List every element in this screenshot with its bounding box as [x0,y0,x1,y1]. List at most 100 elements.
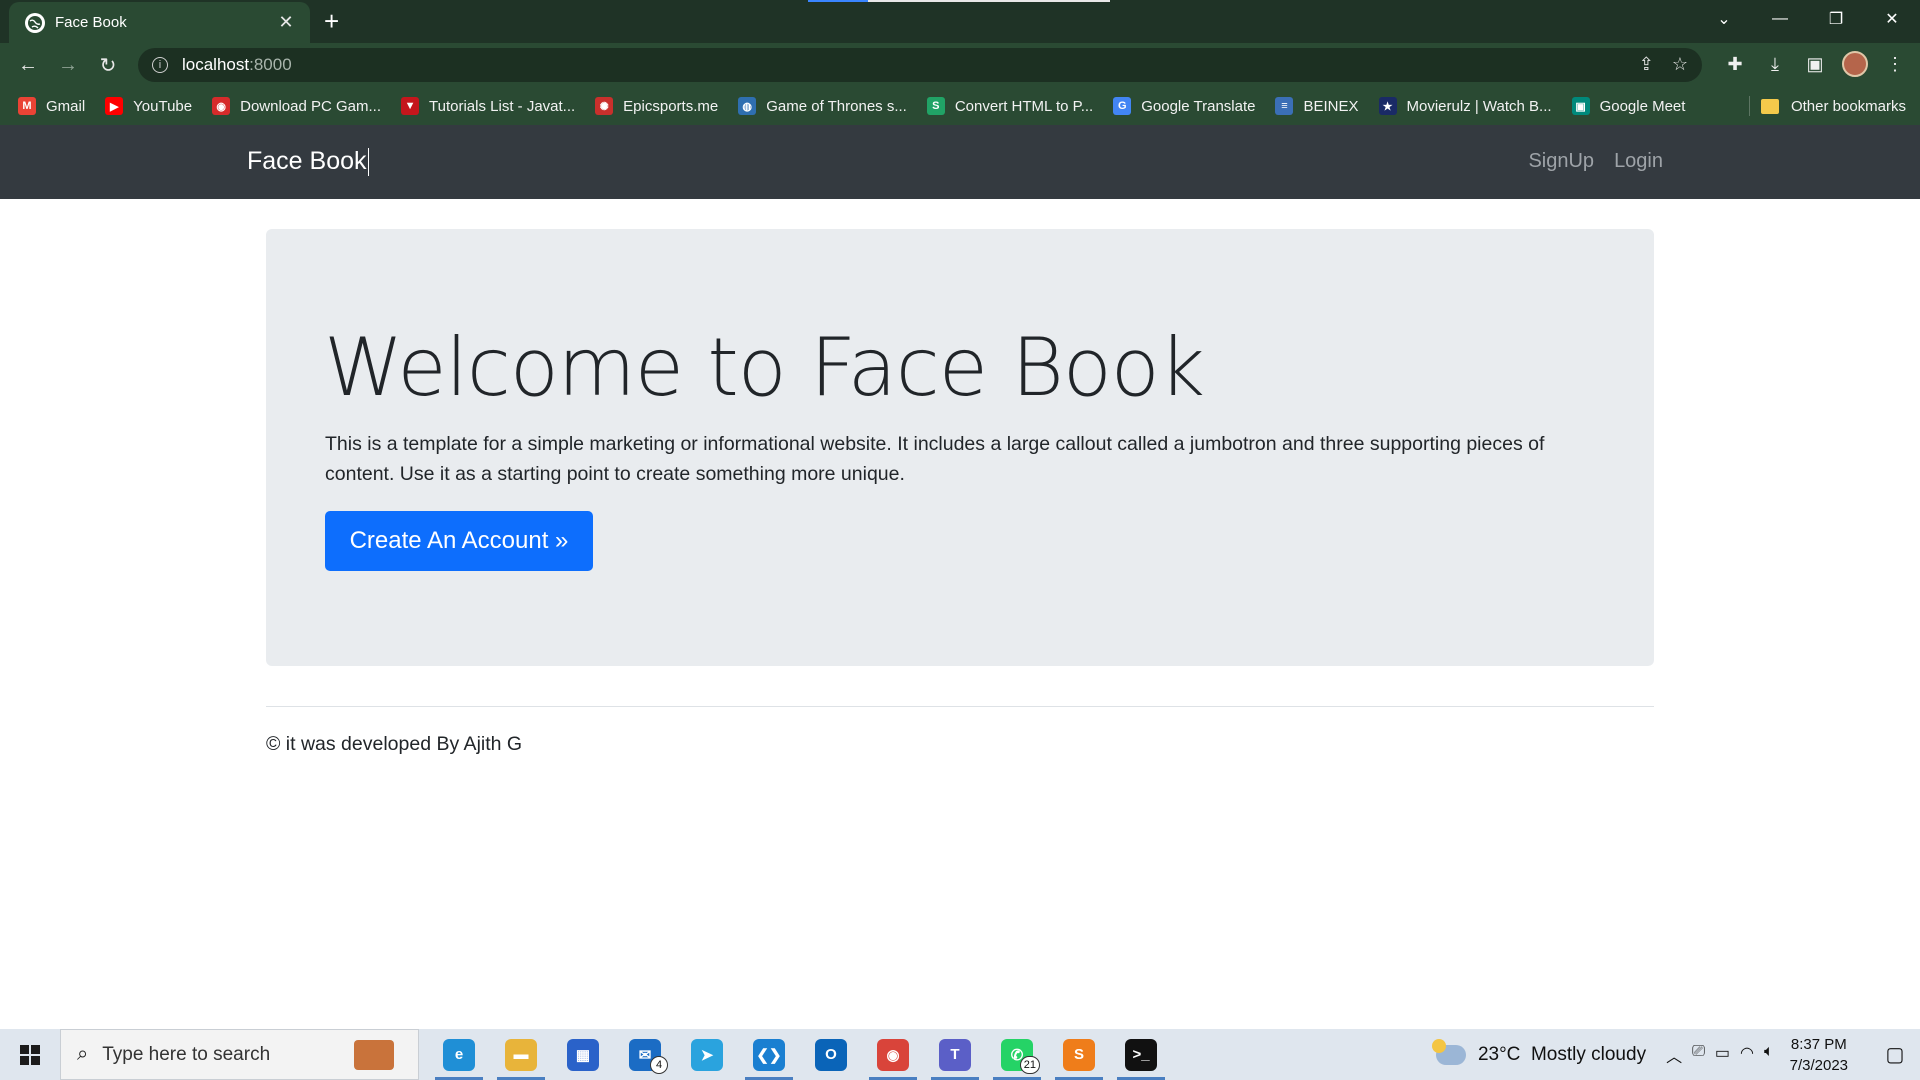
browser-tab-strip: Face Book ✕ + ⌄ — ❐ ✕ [0,0,1920,43]
taskbar-app-teams[interactable]: T [924,1029,986,1080]
file-explorer-icon: ▬ [505,1038,537,1071]
bookmark-label: Movierulz | Watch B... [1406,97,1552,115]
login-link[interactable]: Login [1614,150,1663,173]
web-page: Face Book SignUp Login Welcome to Face B… [0,125,1920,1029]
close-window-icon[interactable]: ✕ [1864,0,1920,38]
signup-link[interactable]: SignUp [1528,150,1594,173]
jumbotron-lead: This is a template for a simple marketin… [325,433,1545,485]
taskbar-clock[interactable]: 8:37 PM 7/3/2023 [1790,1034,1848,1076]
restore-icon[interactable]: ❐ [1808,0,1864,38]
notification-center-icon[interactable]: ▢ [1870,1029,1920,1080]
other-bookmarks-folder[interactable]: Other bookmarks [1760,87,1906,125]
url-port: :8000 [249,55,292,74]
taskbar-app-mail[interactable]: ✉ 4 [614,1029,676,1080]
bookmark-item[interactable]: G Google Translate [1113,97,1255,115]
bookmark-item[interactable]: ◍ Game of Thrones s... [738,97,907,115]
weather-widget[interactable]: 23°C Mostly cloudy [1431,1038,1647,1066]
bookmark-item[interactable]: ◉ Download PC Gam... [212,97,381,115]
epicsports-icon: ✺ [595,97,614,115]
taskbar-app-telegram[interactable]: ➤ [676,1029,738,1080]
navbar-links: SignUp Login [1528,150,1663,173]
taskbar-app-microsoft-store[interactable]: ▦ [552,1029,614,1080]
beinex-icon: ≡ [1275,97,1294,115]
bookmark-label: Tutorials List - Javat... [429,97,576,115]
clock-date: 7/3/2023 [1789,1056,1848,1074]
bookmark-item[interactable]: ▼ Tutorials List - Javat... [401,97,575,115]
taskbar-app-outlook[interactable]: O [800,1029,862,1080]
taskbar-app-vscode[interactable]: ❮❯ [738,1029,800,1080]
windows-start-icon[interactable] [0,1029,60,1080]
bookmark-item[interactable]: ≡ BEINEX [1275,97,1359,115]
footer-divider [266,706,1654,707]
bookmarks-bar: Other bookmarks M Gmail ▶ YouTube ◉ Download … [0,87,1920,125]
bookmark-item[interactable]: ★ Movierulz | Watch B... [1378,97,1552,115]
meet-icon: ▣ [1571,97,1590,115]
address-bar[interactable]: i localhost:8000 ⇪ ☆ [138,48,1702,82]
clock-time: 8:37 PM [1790,1035,1847,1053]
game-icon: ◉ [212,97,231,115]
site-info-icon[interactable]: i [152,57,168,73]
system-tray: 23°C Mostly cloudy ︿ ⎚ ▭ ◠ 🔈︎ 8:37 PM 7/… [1431,1029,1920,1080]
meet-now-icon[interactable]: ⎚ [1692,1043,1705,1067]
extensions-puzzle-icon[interactable]: ✚ [1722,51,1748,77]
bookmark-item[interactable]: M Gmail [18,97,85,115]
windows-taskbar: ⌕ e ▬ ▦ ✉4 ➤ ❮❯ O ◉ T ✆21 S >_ 23°C Mostly cloudy ︿… [0,1029,1920,1080]
tab-search-chevron-icon[interactable]: ⌄ [1696,0,1752,38]
bookmark-label: YouTube [133,97,193,115]
text-cursor [367,148,369,177]
battery-icon[interactable]: ▭ [1715,1043,1730,1067]
wifi-icon[interactable]: ◠ [1740,1043,1754,1067]
notification-badge: 4 [650,1056,668,1074]
folder-icon [1760,98,1779,114]
taskbar-search-input[interactable] [102,1043,323,1066]
bookmark-star-icon[interactable]: ☆ [1672,54,1688,75]
taskbar-app-edge[interactable]: e [428,1029,490,1080]
bookmark-item[interactable]: S Convert HTML to P... [926,97,1093,115]
taskbar-apps: e ▬ ▦ ✉ 4 ➤ ❮❯ O ◉ T ✆ 21 S >_ [428,1029,1172,1080]
sublime-text-icon: S [1063,1038,1095,1071]
taskbar-app-whatsapp[interactable]: ✆ 21 [986,1029,1048,1080]
teams-icon: T [939,1038,971,1071]
share-icon[interactable]: ⇪ [1639,54,1654,75]
jumbotron: Welcome to Face Book This is a template … [266,229,1654,666]
convert-icon: S [926,97,945,115]
brand-text: Face Book [247,147,367,175]
edge-icon: e [443,1038,475,1071]
bookmark-label: Gmail [46,97,86,115]
kebab-menu-icon[interactable]: ⋮ [1882,51,1908,77]
window-controls: ⌄ — ❐ ✕ [1696,0,1920,38]
minimize-icon[interactable]: — [1752,0,1808,38]
browser-tab-active[interactable]: Face Book ✕ [9,2,310,43]
taskbar-search[interactable]: ⌕ [60,1029,419,1080]
forward-arrow-icon[interactable]: → [54,51,82,79]
profile-avatar[interactable] [1842,51,1868,77]
tab-title: Face Book [55,14,127,31]
bookmark-item[interactable]: ✺ Epicsports.me [595,97,718,115]
bookmark-item[interactable]: ▶ YouTube [105,97,192,115]
taskbar-app-terminal[interactable]: >_ [1110,1029,1172,1080]
movierulz-icon: ★ [1378,97,1397,115]
reload-icon[interactable]: ↻ [94,51,122,79]
chevron-up-icon[interactable]: ︿ [1666,1043,1682,1067]
vscode-icon: ❮❯ [753,1038,785,1071]
download-icon[interactable]: ⤓ [1762,51,1788,77]
bookmark-item[interactable]: ▣ Google Meet [1571,97,1686,115]
close-tab-icon[interactable]: ✕ [276,12,296,33]
back-arrow-icon[interactable]: ← [14,51,42,79]
youtube-icon: ▶ [105,97,124,115]
side-panel-icon[interactable]: ▣ [1802,51,1828,77]
briefcase-icon [354,1040,394,1070]
taskbar-app-sublime-text[interactable]: S [1048,1029,1110,1080]
bookmarks-separator [1749,96,1750,116]
toolbar-actions: ✚ ⤓ ▣ ⋮ [1722,51,1920,77]
volume-icon[interactable]: 🔈︎ [1764,1043,1774,1067]
new-tab-icon[interactable]: + [324,7,339,35]
bookmark-label: Google Meet [1599,97,1686,115]
jumbotron-heading: Welcome to Face Book [324,321,1205,414]
weather-desc: Mostly cloudy [1530,1043,1647,1065]
navbar-brand[interactable]: Face Book [247,147,369,177]
taskbar-app-chrome[interactable]: ◉ [862,1029,924,1080]
cloudy-weather-icon [1431,1038,1466,1065]
create-account-button[interactable]: Create An Account » [325,511,593,571]
taskbar-app-file-explorer[interactable]: ▬ [490,1029,552,1080]
